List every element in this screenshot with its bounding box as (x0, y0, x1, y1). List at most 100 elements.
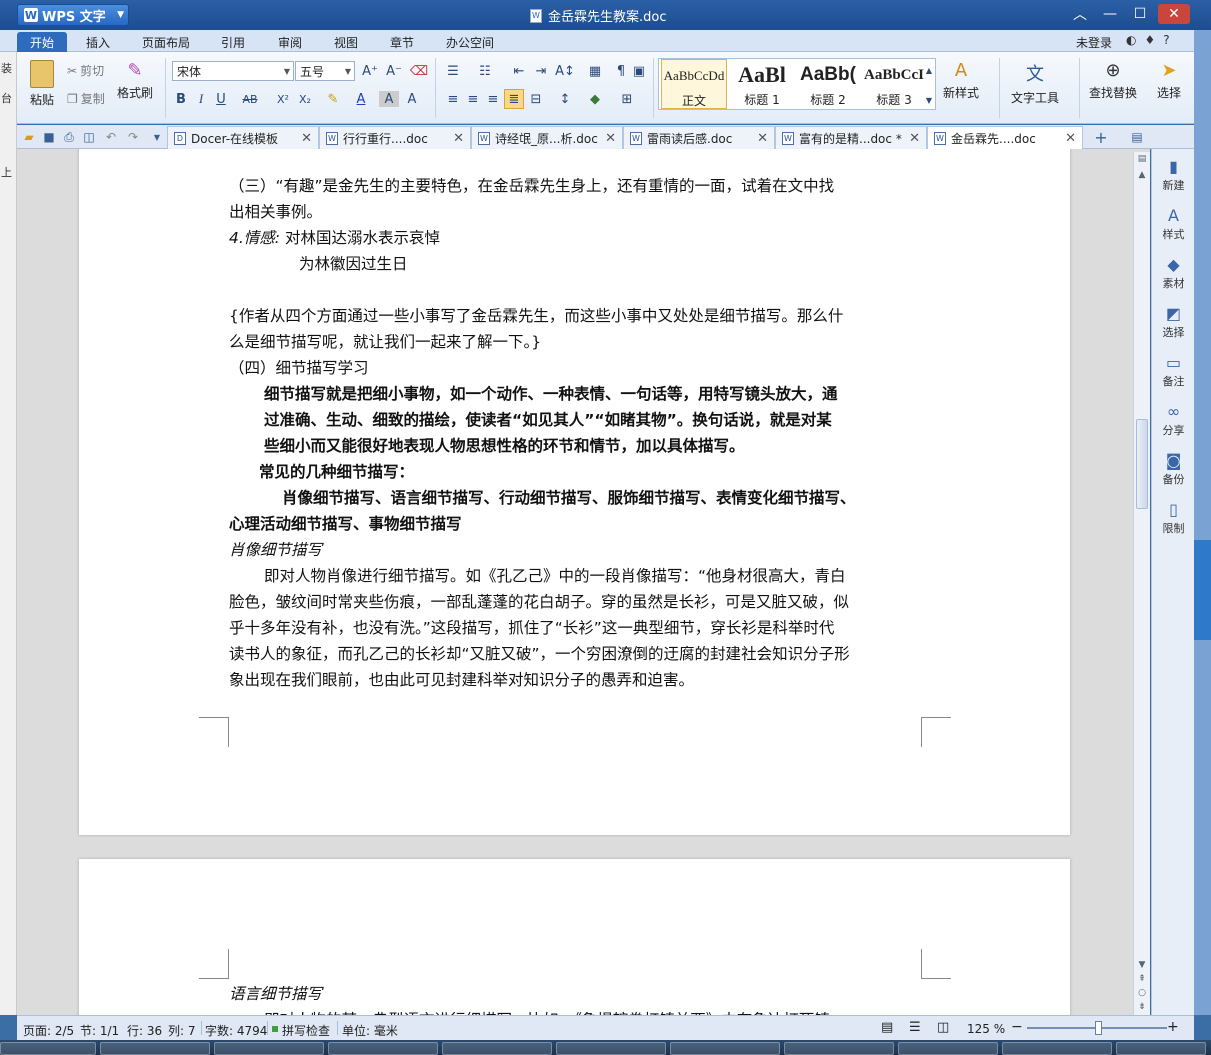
paragraph-mark-icon[interactable]: ¶ (611, 61, 631, 81)
zoom-slider-thumb[interactable] (1095, 1021, 1102, 1035)
taskpane-new[interactable]: ▮ 新建 (1152, 157, 1195, 193)
tab-document[interactable]: W 诗经氓_原...析.doc ✕ (471, 126, 623, 149)
scroll-up-icon[interactable]: ▲ (1134, 170, 1150, 182)
style-heading-2[interactable]: AaBb( 标题 2 (795, 59, 861, 109)
copy-button[interactable]: ❐ 复制 (67, 90, 105, 107)
taskbar-button[interactable] (556, 1042, 666, 1055)
taskbar-button[interactable] (784, 1042, 894, 1055)
skin-icon[interactable]: ◐ (1126, 33, 1136, 47)
clear-format-icon[interactable]: ⌫ (409, 61, 429, 81)
justify-icon[interactable]: ≣ (504, 89, 524, 109)
tab-chapter[interactable]: 章节 (376, 32, 428, 52)
open-folder-icon[interactable]: ▰ (21, 129, 37, 145)
subscript-button[interactable]: X₂ (295, 89, 315, 109)
find-replace-button[interactable]: ⊕ 查找替换 (1089, 60, 1137, 101)
tab-references[interactable]: 引用 (208, 32, 258, 52)
save-icon[interactable]: ■ (41, 129, 57, 145)
taskpane-notes[interactable]: ▭ 备注 (1152, 353, 1195, 389)
help-icon[interactable]: ? (1163, 33, 1169, 47)
document-page[interactable]: 语言细节描写 即对人物的某一典型语言进行细描写。比如，《鲁提辖拳打镇关西》中有鲁… (79, 859, 1070, 1015)
taskbar-button[interactable] (442, 1042, 552, 1055)
taskpane-share[interactable]: ∞ 分享 (1152, 402, 1195, 438)
taskbar-button[interactable] (328, 1042, 438, 1055)
numbered-list-icon[interactable]: ☷ (475, 61, 495, 81)
shrink-font-button[interactable]: A⁻ (384, 61, 404, 81)
browse-object-icon[interactable]: ○ (1134, 988, 1150, 1000)
split-icon[interactable]: ▤ (1134, 154, 1150, 166)
align-center-icon[interactable]: ≡ (463, 89, 483, 109)
taskbar-button[interactable] (0, 1042, 96, 1055)
table-icon[interactable]: ▦ (585, 61, 605, 81)
frame-icon[interactable]: ▣ (629, 61, 649, 81)
paste-button[interactable]: 粘贴 (23, 60, 61, 108)
taskpane-restrict[interactable]: ▯ 限制 (1152, 500, 1195, 536)
close-icon[interactable]: ✕ (301, 131, 312, 146)
zoom-level[interactable]: 125 % (967, 1022, 1005, 1036)
shirt-icon[interactable]: ♦ (1144, 33, 1155, 47)
close-icon[interactable]: ✕ (909, 131, 920, 146)
tab-office-space[interactable]: 办公空间 (436, 32, 504, 52)
close-icon[interactable]: ✕ (453, 131, 464, 146)
strikethrough-button[interactable]: AB (235, 89, 265, 109)
gallery-more-icon[interactable]: ▼ (922, 90, 936, 110)
tab-document-active[interactable]: W 金岳霖先....doc ✕ (927, 126, 1083, 149)
minimize-button[interactable]: — (1097, 4, 1123, 24)
prev-page-icon[interactable]: ⇞ (1134, 974, 1150, 986)
tab-document[interactable]: W 富有的是精...doc * ✕ (775, 126, 927, 149)
ribbon-collapse-button[interactable]: ︿ (1067, 4, 1093, 24)
tab-page-layout[interactable]: 页面布局 (132, 32, 200, 52)
zoom-out-icon[interactable]: − (1011, 1019, 1023, 1035)
tab-review[interactable]: 审阅 (264, 32, 316, 52)
align-left-icon[interactable]: ≡ (443, 89, 463, 109)
zoom-in-icon[interactable]: + (1167, 1019, 1179, 1035)
superscript-button[interactable]: X² (273, 89, 293, 109)
page-view-icon[interactable]: ▤ (881, 1020, 893, 1035)
document-page[interactable]: （三）“有趣”是金先生的主要特色，在金岳霖先生身上，还有重情的一面，试着在文中找… (79, 149, 1070, 835)
vertical-scrollbar[interactable]: ▤ ▲ ▼ ⇞ ○ ⇟ (1133, 152, 1150, 1015)
tab-insert[interactable]: 插入 (72, 32, 124, 52)
status-spellcheck[interactable]: 拼写检查 (282, 1022, 330, 1039)
taskbar-button[interactable] (214, 1042, 324, 1055)
new-tab-icon[interactable]: + (1093, 128, 1109, 147)
undo-icon[interactable]: ↶ (103, 129, 119, 145)
taskpane-styles[interactable]: A 样式 (1152, 206, 1195, 242)
taskpane-materials[interactable]: ◆ 素材 (1152, 255, 1195, 291)
status-wordcount[interactable]: 字数: 4794 (205, 1022, 267, 1039)
distribute-icon[interactable]: ⊟ (526, 89, 546, 109)
bold-button[interactable]: B (171, 89, 191, 109)
maximize-button[interactable]: ☐ (1127, 4, 1153, 24)
font-color-button[interactable]: A (351, 89, 371, 109)
close-icon[interactable]: ✕ (605, 131, 616, 146)
tab-document[interactable]: W 行行重行....doc ✕ (319, 126, 471, 149)
wps-app-menu-button[interactable]: W WPS 文字 ▼ (17, 4, 129, 26)
tab-home[interactable]: 开始 (17, 32, 67, 52)
taskpane-select[interactable]: ◩ 选择 (1152, 304, 1195, 340)
line-spacing-icon[interactable]: ↕ (555, 89, 575, 109)
cut-button[interactable]: ✂ 剪切 (67, 62, 104, 79)
increase-indent-icon[interactable]: ⇥ (531, 61, 551, 81)
format-painter-button[interactable]: ✎ 格式刷 (117, 60, 153, 101)
close-icon[interactable]: ✕ (1065, 131, 1076, 146)
taskbar-button[interactable] (100, 1042, 210, 1055)
text-tools-button[interactable]: 文 文字工具 (1011, 60, 1059, 106)
borders-icon[interactable]: ⊞ (617, 89, 637, 109)
print-preview-icon[interactable]: ◫ (81, 129, 97, 145)
bullet-list-icon[interactable]: ☰ (443, 61, 463, 81)
highlight-icon[interactable]: ✎ (323, 89, 343, 109)
style-normal[interactable]: AaBbCcDd 正文 (661, 59, 727, 109)
font-name-combo[interactable]: 宋体 ▼ (172, 61, 294, 81)
taskbar-button[interactable] (898, 1042, 998, 1055)
outline-view-icon[interactable]: ☰ (909, 1020, 921, 1035)
char-shading-button[interactable]: A (379, 91, 399, 107)
print-icon[interactable]: ⎙ (61, 129, 77, 145)
gallery-scroll-up-icon[interactable]: ▲ (922, 60, 936, 80)
close-icon[interactable]: ✕ (757, 131, 768, 146)
char-border-button[interactable]: A (402, 89, 422, 109)
align-right-icon[interactable]: ≡ (483, 89, 503, 109)
tab-document[interactable]: W 雷雨读后感.doc ✕ (623, 126, 775, 149)
tab-list-icon[interactable]: ▤ (1129, 129, 1145, 145)
taskbar-button[interactable] (670, 1042, 780, 1055)
status-unit[interactable]: 单位: 毫米 (342, 1022, 398, 1039)
next-page-icon[interactable]: ⇟ (1134, 1002, 1150, 1014)
close-button[interactable]: ✕ (1158, 4, 1190, 24)
